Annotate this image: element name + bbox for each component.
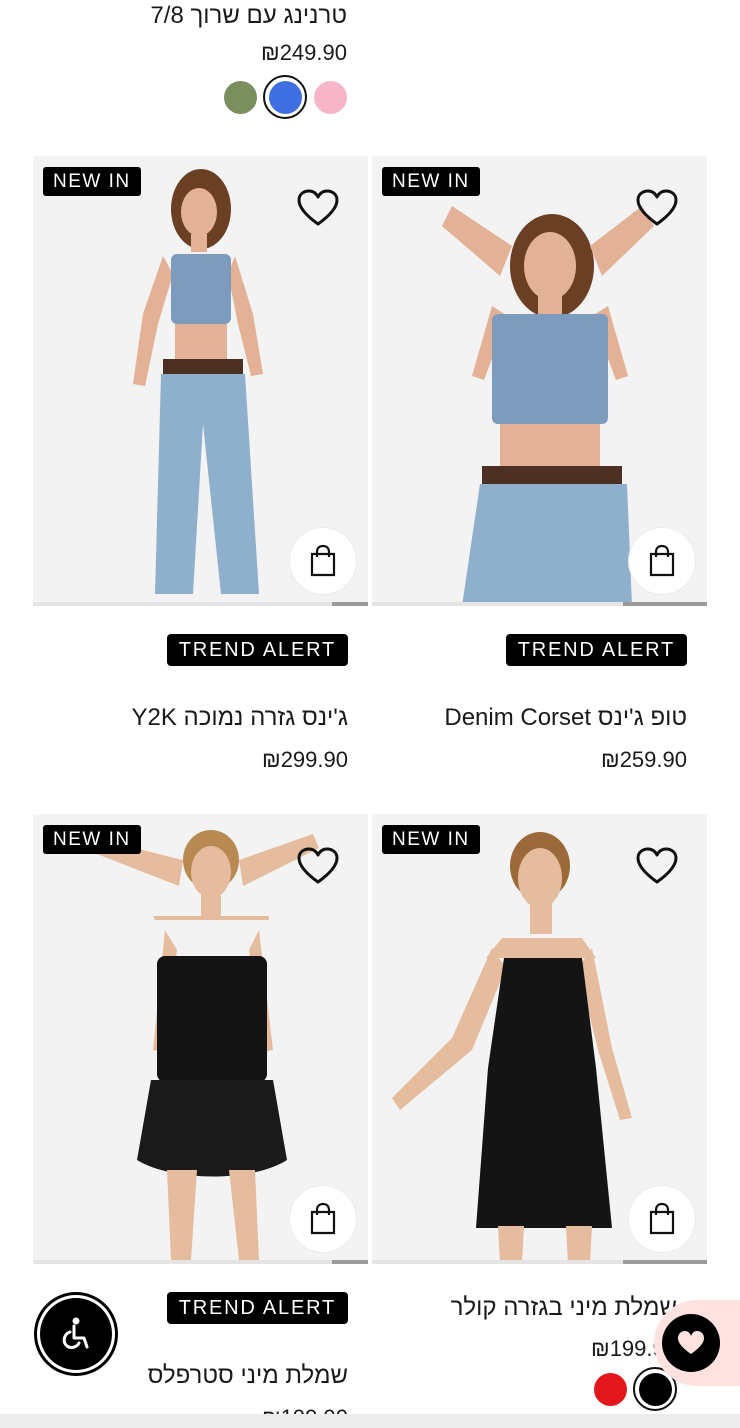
trend-alert-badge: TREND ALERT	[166, 1292, 348, 1324]
accessibility-icon	[62, 1317, 89, 1349]
add-to-cart-button[interactable]	[629, 1186, 695, 1252]
top-product-info[interactable]: טרנינג עם שרוך 7/8 ₪249.90	[17, 0, 347, 66]
heart-icon[interactable]	[635, 846, 679, 886]
product-image[interactable]: NEW IN	[33, 156, 368, 606]
product-photo-model	[392, 832, 632, 1264]
shopping-bag-icon	[649, 1202, 675, 1235]
product-photo-model	[97, 830, 319, 1260]
product-price: ₪259.90	[601, 747, 687, 772]
color-swatch-pink[interactable]	[313, 80, 347, 114]
product-photo-model	[133, 169, 263, 594]
heart-icon[interactable]	[296, 188, 340, 228]
bottom-bar	[0, 1414, 740, 1428]
color-swatch-red[interactable]	[593, 1372, 627, 1406]
shopping-bag-icon	[310, 544, 336, 577]
product-name[interactable]: שמלת מיני סטרפלס	[148, 1362, 348, 1390]
image-carousel-progress	[372, 602, 707, 606]
trend-alert-badge: TREND ALERT	[505, 634, 687, 666]
heart-icon[interactable]	[635, 188, 679, 228]
top-product-swatches	[223, 75, 347, 119]
add-to-cart-button[interactable]	[629, 528, 695, 594]
trend-alert-badge: TREND ALERT	[166, 634, 348, 666]
shopping-bag-icon	[310, 1202, 336, 1235]
add-to-cart-button[interactable]	[290, 528, 356, 594]
product-image[interactable]: NEW IN	[33, 814, 368, 1264]
product-name[interactable]: ג'ינס גזרה נמוכה Y2K	[131, 704, 348, 732]
chat-heart-icon	[678, 1331, 704, 1354]
image-carousel-progress	[33, 602, 368, 606]
new-in-badge: NEW IN	[43, 825, 141, 854]
new-in-badge: NEW IN	[43, 167, 141, 196]
add-to-cart-button[interactable]	[290, 1186, 356, 1252]
product-swatches	[593, 1367, 677, 1411]
color-swatch-green[interactable]	[223, 80, 257, 114]
chat-button[interactable]	[654, 1300, 740, 1386]
product-image[interactable]: NEW IN	[372, 156, 707, 606]
new-in-badge: NEW IN	[382, 825, 480, 854]
top-product-name[interactable]: טרנינג עם שרוך 7/8	[17, 0, 347, 32]
product-price: ₪299.90	[262, 747, 348, 772]
shopping-bag-icon	[649, 544, 675, 577]
heart-icon[interactable]	[296, 846, 340, 886]
accessibility-button[interactable]	[34, 1292, 118, 1376]
product-image[interactable]: NEW IN	[372, 814, 707, 1264]
image-carousel-progress	[33, 1260, 368, 1264]
image-carousel-progress	[372, 1260, 707, 1264]
product-name[interactable]: טופ ג'ינס Denim Corset	[444, 704, 687, 732]
new-in-badge: NEW IN	[382, 167, 480, 196]
product-name[interactable]: שמלת מיני בגזרה קולר	[451, 1294, 677, 1322]
color-swatch-blue[interactable]	[263, 75, 307, 119]
top-product-price: ₪249.90	[261, 40, 347, 65]
